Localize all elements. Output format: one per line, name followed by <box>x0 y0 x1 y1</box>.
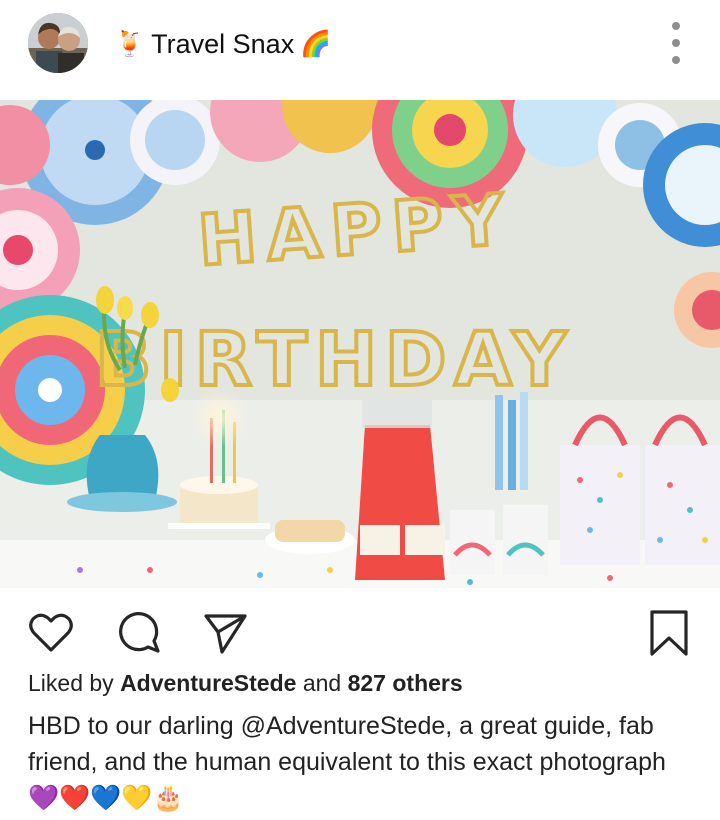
comment-bubble-icon[interactable] <box>114 608 164 658</box>
rainbow-emoji: 🌈 <box>300 29 332 58</box>
vertical-ellipsis-icon[interactable] <box>664 22 688 64</box>
paper-plane-icon[interactable] <box>200 608 250 658</box>
likes-middle: and <box>302 670 342 696</box>
likes-others-count[interactable]: 827 others <box>348 670 463 696</box>
account-name-row[interactable]: 🍹 Travel Snax 🌈 <box>114 24 331 64</box>
cocktail-emoji: 🍹 <box>114 29 146 58</box>
liker-username[interactable]: AdventureStede <box>120 670 296 696</box>
post-photo[interactable]: HAPPY BIRTHDAY <box>0 100 720 588</box>
post-header: 🍹 Travel Snax 🌈 <box>0 0 720 100</box>
post-caption: HBD to our darling @AdventureStede, a gr… <box>28 708 698 816</box>
likes-line[interactable]: Liked by AdventureStede and 827 others <box>28 670 463 697</box>
heart-icon[interactable] <box>26 608 76 658</box>
avatar[interactable] <box>28 13 88 73</box>
account-name[interactable]: Travel Snax <box>151 29 294 60</box>
likes-prefix: Liked by <box>28 670 114 696</box>
bookmark-icon[interactable] <box>644 608 694 658</box>
caption-emojis: 💜❤️💙💛🎂 <box>28 783 184 812</box>
birthday-party-image: HAPPY BIRTHDAY <box>0 100 720 588</box>
action-bar <box>0 600 720 664</box>
caption-text: HBD to our darling @AdventureStede, a gr… <box>28 712 666 776</box>
